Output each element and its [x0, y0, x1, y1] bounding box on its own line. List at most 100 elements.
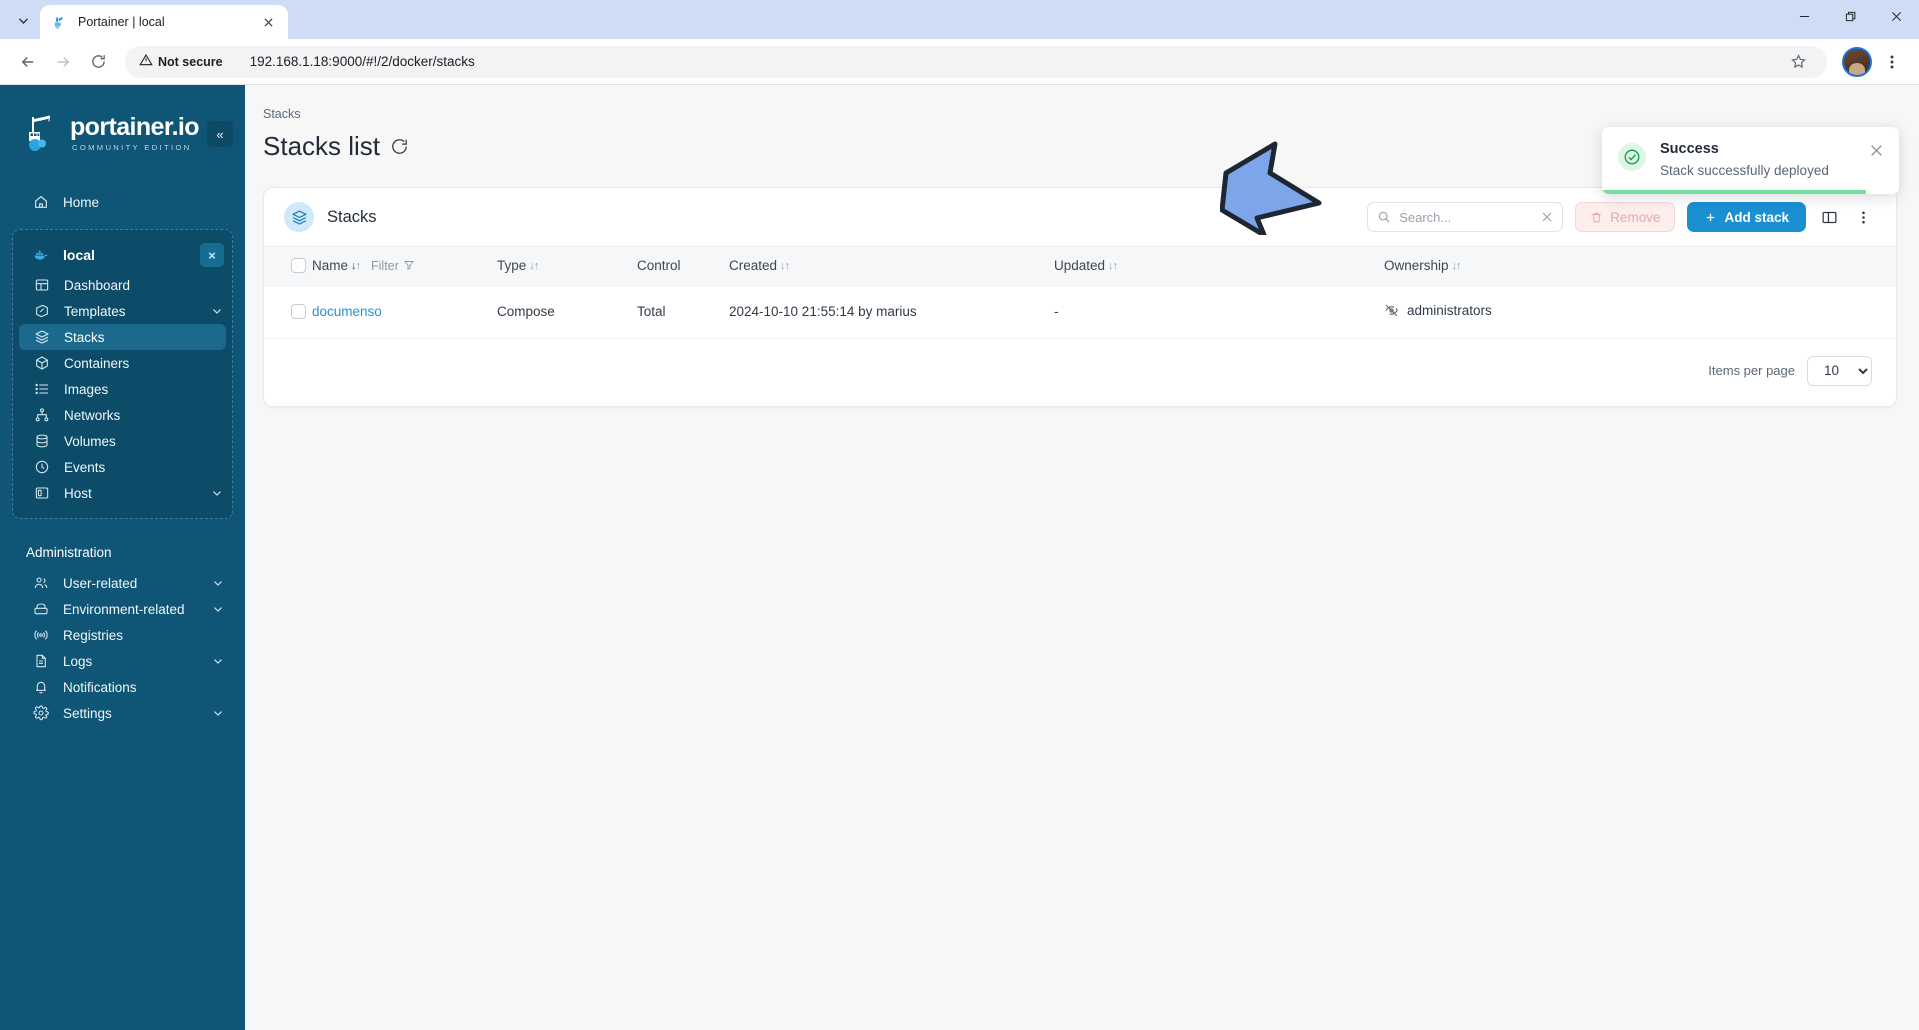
- sidebar-item-label: Volumes: [64, 433, 116, 449]
- items-per-page-select[interactable]: 102550100: [1807, 355, 1872, 386]
- back-arrow-icon[interactable]: [12, 46, 44, 78]
- restore-icon[interactable]: [1827, 0, 1873, 33]
- sidebar-item-label: Events: [64, 459, 106, 475]
- logo-name: portainer.io: [70, 112, 200, 141]
- sort-arrows-icon[interactable]: ↓↑: [780, 260, 790, 272]
- chevron-down-icon[interactable]: [211, 706, 225, 720]
- tab-close-icon[interactable]: [258, 12, 278, 32]
- logs-document-icon: [32, 653, 49, 670]
- portainer-favicon: [52, 14, 69, 31]
- ownership-label: administrators: [1407, 302, 1492, 318]
- sidebar-item-registries[interactable]: Registries: [18, 622, 227, 648]
- sidebar-item-label: Containers: [64, 355, 130, 371]
- breadcrumb[interactable]: Stacks: [245, 85, 1919, 121]
- sidebar-item-host[interactable]: Host: [19, 480, 226, 506]
- chevron-down-icon[interactable]: [210, 304, 224, 318]
- host-icon: [33, 485, 50, 502]
- sort-arrows-icon[interactable]: ↓↑: [1452, 260, 1462, 272]
- table-footer: Items per page 102550100: [264, 339, 1896, 406]
- sidebar-item-label: Home: [63, 194, 100, 210]
- sidebar-collapse-button[interactable]: «: [207, 121, 233, 147]
- tab-search-icon[interactable]: [6, 5, 40, 35]
- sidebar-item-logs[interactable]: Logs: [18, 648, 227, 674]
- sidebar-item-notifications[interactable]: Notifications: [18, 674, 227, 700]
- column-header-label: Updated: [1054, 258, 1106, 274]
- filter-label: Filter: [371, 259, 399, 273]
- remove-button[interactable]: Remove: [1575, 202, 1676, 232]
- column-header-ownership[interactable]: Ownership ↓↑: [1384, 246, 1896, 286]
- toast-progress-bar: [1602, 190, 1867, 194]
- sidebar-item-settings[interactable]: Settings: [18, 700, 227, 726]
- sidebar-item-label: Networks: [64, 407, 121, 423]
- table-header: Name ↓↑ Filter Type ↓↑ Control Created ↓↑ Update…: [264, 246, 1896, 286]
- minimize-icon[interactable]: [1781, 0, 1827, 33]
- environment-header[interactable]: local ×: [13, 238, 232, 272]
- select-all-header: [264, 246, 312, 286]
- select-all-checkbox[interactable]: [291, 258, 306, 274]
- row-checkbox-cell: [264, 285, 312, 339]
- cell-name: documenso: [312, 285, 497, 339]
- column-header-label: Ownership: [1384, 258, 1449, 274]
- warning-triangle-icon: [139, 53, 153, 70]
- docker-whale-icon: [33, 247, 50, 264]
- sidebar-item-events[interactable]: Events: [19, 454, 226, 480]
- stacks-icon: [33, 329, 50, 346]
- chevron-down-icon[interactable]: [211, 576, 225, 590]
- sidebar-item-label: Notifications: [63, 679, 137, 695]
- close-icon[interactable]: [1873, 0, 1919, 33]
- sort-arrows-icon[interactable]: ↓↑: [351, 260, 361, 272]
- three-dot-menu-icon[interactable]: [1852, 205, 1874, 229]
- sidebar-item-environment-related[interactable]: Environment-related: [18, 596, 227, 622]
- sidebar-item-images[interactable]: Images: [19, 376, 226, 402]
- chevron-down-icon[interactable]: [211, 602, 225, 616]
- app-page: portainer.io COMMUNITY EDITION « Home lo…: [0, 85, 1919, 1030]
- sidebar-item-dashboard[interactable]: Dashboard: [19, 272, 226, 298]
- sidebar-item-home[interactable]: Home: [18, 189, 227, 215]
- chevron-down-icon[interactable]: [211, 654, 225, 668]
- sidebar-item-user-related[interactable]: User-related: [18, 570, 227, 596]
- stack-name-link[interactable]: documenso: [312, 304, 382, 319]
- bookmark-star-icon[interactable]: [1783, 47, 1813, 77]
- sidebar-item-stacks[interactable]: Stacks: [19, 324, 226, 350]
- column-layout-icon[interactable]: [1818, 205, 1840, 229]
- toast-title: Success: [1660, 141, 1719, 157]
- column-header-updated[interactable]: Updated ↓↑: [1054, 246, 1384, 286]
- sidebar-item-networks[interactable]: Networks: [19, 402, 226, 428]
- column-header-type[interactable]: Type ↓↑: [497, 246, 637, 286]
- row-checkbox[interactable]: [291, 304, 306, 319]
- forward-arrow-icon: [47, 46, 79, 78]
- search-box[interactable]: [1367, 202, 1564, 232]
- toast-close-icon[interactable]: [1867, 141, 1885, 159]
- sidebar-item-label: Images: [64, 381, 109, 397]
- environment-close-button[interactable]: ×: [200, 243, 224, 267]
- sidebar-item-label: Environment-related: [63, 601, 185, 617]
- address-bar[interactable]: Not secure 192.168.1.18:9000/#!/2/docker…: [125, 45, 1827, 78]
- filter-control[interactable]: Filter: [371, 259, 415, 274]
- column-header-created[interactable]: Created ↓↑: [729, 246, 1054, 286]
- networks-icon: [33, 407, 50, 424]
- three-dot-menu-icon[interactable]: [1877, 46, 1907, 78]
- card-title: Stacks: [327, 207, 377, 226]
- column-header-name[interactable]: Name ↓↑ Filter: [312, 246, 497, 286]
- cell-ownership: administrators: [1384, 285, 1896, 339]
- sidebar-item-templates[interactable]: Templates: [19, 298, 226, 324]
- column-header-label: Control: [637, 258, 681, 274]
- browser-tab[interactable]: Portainer | local: [40, 5, 288, 39]
- sidebar-item-containers[interactable]: Containers: [19, 350, 226, 376]
- sort-arrows-icon[interactable]: ↓↑: [529, 260, 539, 272]
- reload-icon[interactable]: [82, 46, 114, 78]
- column-header-control[interactable]: Control: [637, 246, 729, 286]
- sort-arrows-icon[interactable]: ↓↑: [1108, 260, 1118, 272]
- refresh-icon[interactable]: [390, 137, 409, 156]
- table-body: documenso Compose Total 2024-10-10 21:55:14…: [264, 285, 1896, 339]
- users-icon: [32, 575, 49, 592]
- sidebar-item-volumes[interactable]: Volumes: [19, 428, 226, 454]
- chevron-down-icon[interactable]: [210, 486, 224, 500]
- security-status[interactable]: Not secure: [139, 53, 223, 70]
- search-input[interactable]: [1399, 209, 1534, 225]
- user-avatar[interactable]: [1842, 46, 1872, 77]
- clear-x-icon[interactable]: [1541, 211, 1553, 223]
- add-stack-button[interactable]: Add stack: [1687, 202, 1806, 232]
- table-row[interactable]: documenso Compose Total 2024-10-10 21:55:14…: [264, 285, 1896, 339]
- volumes-icon: [33, 433, 50, 450]
